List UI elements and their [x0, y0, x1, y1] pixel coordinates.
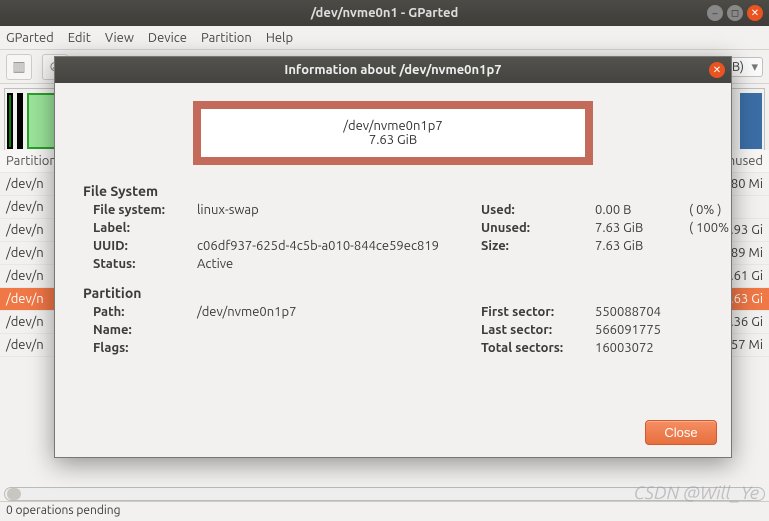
value-size: 7.63 GiB: [595, 239, 685, 253]
titlebar: /dev/nvme0n1 - GParted – ◻ ✕: [0, 0, 769, 26]
info-dialog: Information about /dev/nvme0n1p7 ✕ /dev/…: [54, 56, 732, 458]
graph-seg[interactable]: [7, 93, 13, 149]
dialog-titlebar[interactable]: Information about /dev/nvme0n1p7 ✕: [55, 57, 731, 83]
section-partition: Partition: [83, 285, 703, 301]
dialog-close-icon[interactable]: ✕: [709, 62, 725, 78]
close-button[interactable]: Close: [645, 420, 717, 445]
label-status: Status:: [93, 257, 193, 271]
value-status: Active: [197, 257, 477, 271]
window-maximize-button[interactable]: ◻: [727, 5, 743, 21]
value-path: /dev/nvme0n1p7: [197, 305, 477, 319]
value-first-sector: 550088704: [595, 305, 685, 319]
label-first-sector: First sector:: [481, 305, 591, 319]
status-text: 0 operations pending: [6, 504, 121, 517]
value-used-pct: ( 0% ): [689, 203, 731, 217]
menu-partition[interactable]: Partition: [201, 31, 252, 45]
dialog-title: Information about /dev/nvme0n1p7: [55, 63, 731, 77]
label-label: Label:: [93, 221, 193, 235]
value-last-sector: 566091775: [595, 323, 685, 337]
banner-device: /dev/nvme0n1p7: [205, 119, 581, 133]
partition-banner: /dev/nvme0n1p7 7.63 GiB: [193, 101, 593, 165]
value-uuid: c06df937-625d-4c5b-a010-844ce59ec819: [197, 239, 477, 253]
label-size: Size:: [481, 239, 591, 253]
value-total-sectors: 16003072: [595, 341, 685, 355]
window-minimize-button[interactable]: –: [707, 5, 723, 21]
section-filesystem: File System: [83, 183, 703, 199]
label-used: Used:: [481, 203, 591, 217]
col-partition[interactable]: Partition: [6, 154, 57, 168]
label-last-sector: Last sector:: [481, 323, 591, 337]
graph-seg[interactable]: [17, 93, 23, 149]
menu-help[interactable]: Help: [266, 31, 293, 45]
statusbar: 0 operations pending: [0, 501, 769, 521]
menu-device[interactable]: Device: [148, 31, 187, 45]
value-used: 0.00 B: [595, 203, 685, 217]
menu-edit[interactable]: Edit: [68, 31, 91, 45]
horizontal-scrollbar[interactable]: [4, 487, 765, 501]
label-total-sectors: Total sectors:: [481, 341, 591, 355]
value-filesystem: linux-swap: [197, 203, 477, 217]
new-partition-button[interactable]: ▥: [6, 54, 32, 80]
window-title: /dev/nvme0n1 - GParted: [0, 6, 769, 20]
menubar: GParted Edit View Device Partition Help: [0, 26, 769, 50]
label-path: Path:: [93, 305, 193, 319]
menu-gparted[interactable]: GParted: [6, 31, 54, 45]
label-name: Name:: [93, 323, 193, 337]
value-unused-pct: ( 100% ): [689, 221, 731, 235]
menu-view[interactable]: View: [105, 31, 134, 45]
window-close-button[interactable]: ✕: [747, 5, 763, 21]
label-uuid: UUID:: [93, 239, 193, 253]
label-flags: Flags:: [93, 341, 193, 355]
label-filesystem: File system:: [93, 203, 193, 217]
banner-size: 7.63 GiB: [205, 133, 581, 147]
label-unused: Unused:: [481, 221, 591, 235]
graph-seg[interactable]: [740, 93, 762, 149]
value-unused: 7.63 GiB: [595, 221, 685, 235]
